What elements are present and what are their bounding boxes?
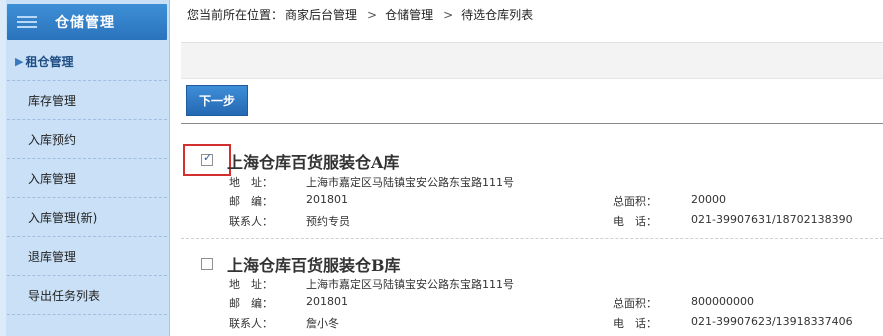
address-label: 地 址： xyxy=(229,278,273,291)
sidebar-item-inbound-booking[interactable]: 入库预约 xyxy=(7,120,167,159)
contact-value: 詹小冬 xyxy=(306,317,339,330)
divider xyxy=(181,123,883,124)
breadcrumb-item-admin[interactable]: 商家后台管理 xyxy=(285,8,357,22)
sidebar-edge xyxy=(0,0,6,336)
next-step-button[interactable]: 下一步 xyxy=(186,85,248,116)
item-divider xyxy=(181,238,883,240)
sidebar-item-label: 导出任务列表 xyxy=(28,288,101,303)
sidebar-item-return[interactable]: 退库管理 xyxy=(7,237,167,276)
phone-value: 021-39907623/13918337406 xyxy=(691,315,853,328)
toolbar-strip xyxy=(181,42,883,79)
sidebar-item-label: 入库预约 xyxy=(28,132,77,147)
warehouse-checkbox[interactable] xyxy=(201,151,213,166)
zip-label: 邮 编： xyxy=(229,195,273,208)
sidebar: 仓储管理 ▶ 租仓管理 库存管理 入库预约 入库管理 入库管理(新) 退库管理 … xyxy=(0,0,170,336)
sidebar-item-rent-warehouse[interactable]: ▶ 租仓管理 xyxy=(7,42,167,81)
breadcrumb: 您当前所在位置： 商家后台管理 > 仓储管理 > 待选仓库列表 xyxy=(187,6,535,23)
phone-label: 电 话： xyxy=(613,317,657,330)
area-label: 总面积： xyxy=(613,297,657,310)
address-label: 地 址： xyxy=(229,176,273,189)
phone-value: 021-39907631/18702138390 xyxy=(691,213,853,226)
chevron-right-icon: ▶ xyxy=(15,54,24,68)
sidebar-item-label: 退库管理 xyxy=(28,249,77,264)
address-value: 上海市嘉定区马陆镇宝安公路东宝路111号 xyxy=(306,278,514,291)
sidebar-item-label: 入库管理(新) xyxy=(28,210,98,225)
menu-list-icon xyxy=(17,14,41,30)
zip-label: 邮 编： xyxy=(229,297,273,310)
sidebar-item-inventory[interactable]: 库存管理 xyxy=(7,81,167,120)
breadcrumb-separator: > xyxy=(443,8,454,22)
sidebar-item-inbound[interactable]: 入库管理 xyxy=(7,159,167,198)
zip-value: 201801 xyxy=(306,193,348,206)
address-value: 上海市嘉定区马陆镇宝安公路东宝路111号 xyxy=(306,176,514,189)
breadcrumb-item-warehouse[interactable]: 仓储管理 xyxy=(385,8,433,22)
sidebar-item-inbound-new[interactable]: 入库管理(新) xyxy=(7,198,167,237)
sidebar-header[interactable]: 仓储管理 xyxy=(7,4,167,40)
warehouse-checkbox[interactable] xyxy=(201,258,213,270)
warehouse-name: 上海仓库百货服装仓A库 xyxy=(227,153,400,172)
sidebar-item-label: 入库管理 xyxy=(28,171,77,186)
contact-label: 联系人： xyxy=(229,215,273,228)
sidebar-item-label: 租仓管理 xyxy=(25,54,74,69)
warehouse-item: 上海仓库百货服装仓A库 地 址： 上海市嘉定区马陆镇宝安公路东宝路111号 邮 … xyxy=(181,140,883,235)
area-value: 20000 xyxy=(691,193,726,206)
area-label: 总面积： xyxy=(613,195,657,208)
area-value: 800000000 xyxy=(691,295,754,308)
breadcrumb-separator: > xyxy=(367,8,378,22)
sidebar-header-title: 仓储管理 xyxy=(55,15,115,31)
breadcrumb-prefix: 您当前所在位置： xyxy=(187,8,284,22)
sidebar-item-label: 库存管理 xyxy=(28,93,77,108)
zip-value: 201801 xyxy=(306,295,348,308)
warehouse-name: 上海仓库百货服装仓B库 xyxy=(227,256,401,275)
warehouse-item: 上海仓库百货服装仓B库 地 址： 上海市嘉定区马陆镇宝安公路东宝路111号 邮 … xyxy=(181,248,883,336)
contact-label: 联系人： xyxy=(229,317,273,330)
sidebar-menu: ▶ 租仓管理 库存管理 入库预约 入库管理 入库管理(新) 退库管理 导出任务列… xyxy=(7,42,167,315)
contact-value: 预约专员 xyxy=(306,215,350,228)
sidebar-item-export-tasks[interactable]: 导出任务列表 xyxy=(7,276,167,315)
breadcrumb-item-current: 待选仓库列表 xyxy=(461,8,534,22)
phone-label: 电 话： xyxy=(613,215,657,228)
